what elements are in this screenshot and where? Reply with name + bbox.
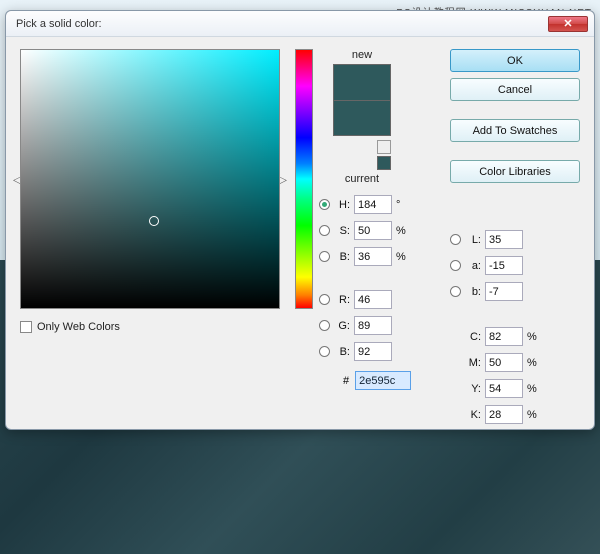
preview-column: new current <box>327 49 397 188</box>
row-h: H: ° <box>319 194 411 215</box>
input-hex[interactable] <box>355 371 411 390</box>
swatch-current[interactable] <box>333 100 391 136</box>
input-brightness[interactable] <box>354 247 392 266</box>
ok-button[interactable]: OK <box>450 49 580 72</box>
color-field[interactable] <box>20 49 280 309</box>
hue-arrow-right-icon: ▷ <box>279 175 287 186</box>
row-lab-b: b: <box>450 281 580 302</box>
close-icon: ✕ <box>563 17 572 30</box>
cube-icon[interactable] <box>377 140 391 154</box>
color-libraries-button[interactable]: Color Libraries <box>450 160 580 183</box>
web-colors-checkbox[interactable] <box>20 321 32 333</box>
radio-r[interactable] <box>319 294 330 305</box>
row-hex: # <box>343 371 411 390</box>
input-lab-b[interactable] <box>485 282 523 301</box>
web-colors-row: Only Web Colors <box>20 321 280 333</box>
label-hex: # <box>343 375 349 387</box>
input-M[interactable] <box>485 353 523 372</box>
input-blue[interactable] <box>354 342 392 361</box>
row-brightness: B: % <box>319 246 411 267</box>
input-s[interactable] <box>354 221 392 240</box>
row-C: C: % <box>450 326 580 347</box>
input-Y[interactable] <box>485 379 523 398</box>
radio-g[interactable] <box>319 320 330 331</box>
unit-M: % <box>527 357 539 369</box>
unit-C: % <box>527 331 539 343</box>
label-brightness: B: <box>334 251 350 263</box>
label-L: L: <box>465 234 481 246</box>
close-button[interactable]: ✕ <box>548 16 588 32</box>
input-L[interactable] <box>485 230 523 249</box>
new-label: new <box>352 49 372 61</box>
label-M: M: <box>465 357 481 369</box>
dialog-body: ◁ ▷ Only Web Colors new current <box>6 37 594 437</box>
label-s: S: <box>334 225 350 237</box>
unit-brightness: % <box>396 251 408 263</box>
input-a[interactable] <box>485 256 523 275</box>
middle-column: new current H: ° S: % <box>323 49 411 425</box>
row-Y: Y: % <box>450 378 580 399</box>
label-r: R: <box>334 294 350 306</box>
input-r[interactable] <box>354 290 392 309</box>
unit-Y: % <box>527 383 539 395</box>
label-C: C: <box>465 331 481 343</box>
unit-K: % <box>527 409 539 421</box>
radio-L[interactable] <box>450 234 461 245</box>
color-field-column: ◁ ▷ Only Web Colors <box>20 49 280 425</box>
row-blue: B: <box>319 341 411 362</box>
tiny-swatch-icon[interactable] <box>377 156 391 170</box>
radio-lab-b[interactable] <box>450 286 461 297</box>
right-column: OK Cancel Add To Swatches Color Librarie… <box>450 49 580 425</box>
row-L: L: <box>450 229 580 250</box>
row-g: G: <box>319 315 411 336</box>
color-picker-dialog: Pick a solid color: ✕ ◁ ▷ Only Web Color… <box>5 10 595 430</box>
unit-s: % <box>396 225 408 237</box>
dialog-title: Pick a solid color: <box>12 18 102 30</box>
lab-values: L: a: b: <box>450 229 580 302</box>
label-a: a: <box>465 260 481 272</box>
radio-a[interactable] <box>450 260 461 271</box>
label-Y: Y: <box>465 383 481 395</box>
label-blue: B: <box>334 346 350 358</box>
row-a: a: <box>450 255 580 276</box>
current-label: current <box>345 173 379 185</box>
input-h[interactable] <box>354 195 392 214</box>
input-g[interactable] <box>354 316 392 335</box>
input-C[interactable] <box>485 327 523 346</box>
radio-s[interactable] <box>319 225 330 236</box>
row-r: R: <box>319 289 411 310</box>
cmyk-values: C: % M: % Y: % K: <box>450 326 580 425</box>
web-colors-label: Only Web Colors <box>37 321 120 333</box>
radio-h[interactable] <box>319 199 330 210</box>
radio-blue[interactable] <box>319 346 330 357</box>
cancel-button[interactable]: Cancel <box>450 78 580 101</box>
add-to-swatches-button[interactable]: Add To Swatches <box>450 119 580 142</box>
radio-brightness[interactable] <box>319 251 330 262</box>
input-K[interactable] <box>485 405 523 424</box>
label-lab-b: b: <box>465 286 481 298</box>
label-K: K: <box>465 409 481 421</box>
label-g: G: <box>334 320 350 332</box>
row-K: K: % <box>450 404 580 425</box>
hue-slider[interactable] <box>295 49 313 309</box>
swatch-new <box>333 64 391 100</box>
unit-h: ° <box>396 199 408 211</box>
label-h: H: <box>334 199 350 211</box>
hsb-rgb-values: H: ° S: % B: % <box>319 194 411 390</box>
picker-cursor-icon[interactable] <box>149 216 159 226</box>
row-M: M: % <box>450 352 580 373</box>
row-s: S: % <box>319 220 411 241</box>
dialog-titlebar[interactable]: Pick a solid color: ✕ <box>6 11 594 37</box>
